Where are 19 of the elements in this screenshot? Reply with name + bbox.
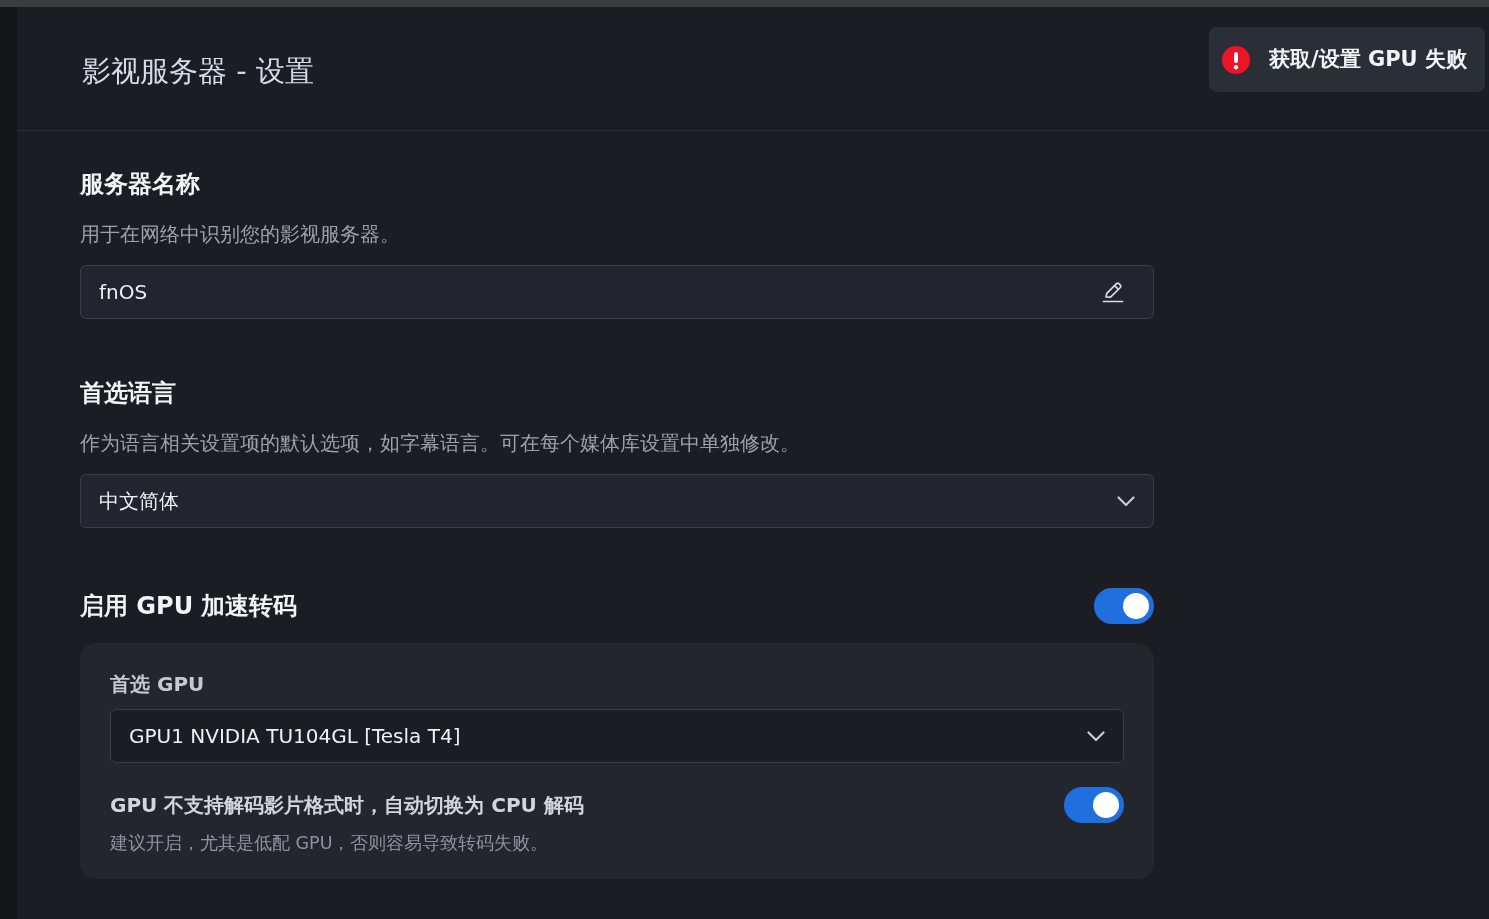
- page-title: 影视服务器 - 设置: [82, 52, 314, 90]
- error-icon: [1222, 45, 1250, 74]
- option-description: 建议开启，尤其是低配 GPU，否则容易导致转码失败。: [110, 832, 549, 855]
- section-title: 启用 GPU 加速转码: [80, 591, 298, 621]
- toggle-switch[interactable]: [1094, 588, 1154, 624]
- section-description: 用于在网络中识别您的影视服务器。: [80, 221, 400, 248]
- section-title: 服务器名称: [80, 170, 200, 199]
- chevron-down-icon: [1117, 495, 1135, 507]
- name-input-field[interactable]: fnOS: [80, 265, 1154, 319]
- chevron-down-icon: [1087, 730, 1105, 742]
- field-label: 首选 GPU: [110, 671, 205, 698]
- gpu-select[interactable]: GPU1 NVIDIA TU104GL [Tesla T4]: [110, 709, 1124, 763]
- toggle-switch[interactable]: [1064, 787, 1124, 823]
- section-title: 首选语言: [80, 379, 176, 408]
- option-title: GPU 不支持解码影片格式时，自动切换为 CPU 解码: [110, 792, 584, 819]
- section-description: 作为语言相关设置项的默认选项，如字幕语言。可在每个媒体库设置中单独修改。: [80, 430, 800, 457]
- language-select[interactable]: 中文简体: [80, 474, 1154, 528]
- toast-message: 获取/设置 GPU 失败: [1269, 45, 1467, 73]
- edit-icon: [1102, 281, 1124, 303]
